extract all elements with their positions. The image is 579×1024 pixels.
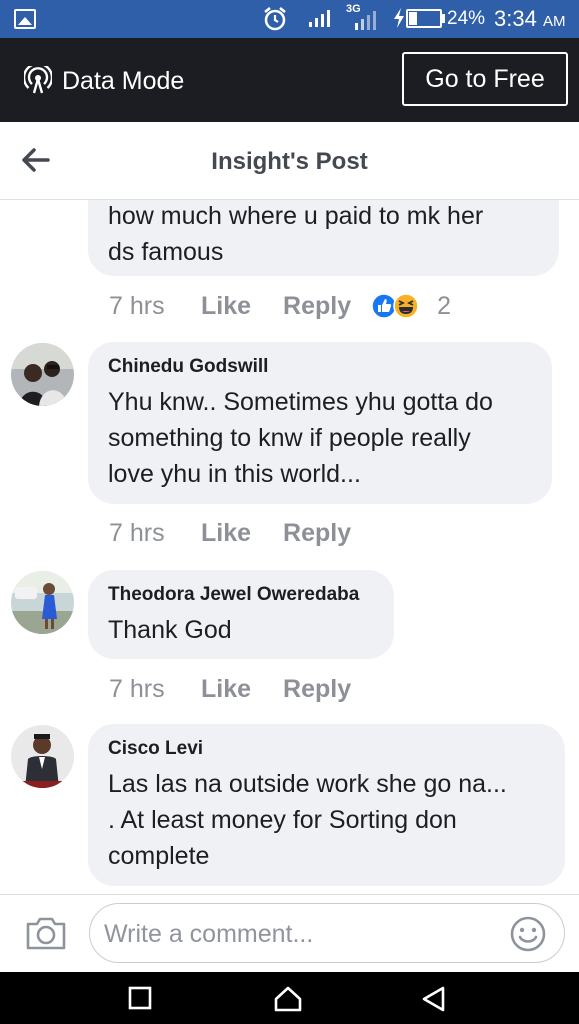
comment-line: Las las na outside work she go na... xyxy=(108,770,507,798)
like-button[interactable]: Like xyxy=(201,292,251,321)
comment-bubble[interactable]: Theodora Jewel Oweredaba Thank God xyxy=(88,570,394,659)
alarm-icon xyxy=(264,7,286,31)
comment-bubble[interactable]: Chinedu Godswill Yhu knw.. Sometimes yhu… xyxy=(88,342,552,504)
reaction-count: 2 xyxy=(437,291,452,320)
comment-line: Yhu knw.. Sometimes yhu gotta do xyxy=(108,388,493,416)
reactions-summary[interactable]: 2 xyxy=(371,292,451,321)
clock-ampm: AM xyxy=(542,13,566,30)
comment-text: Las las na outside work she go na... . A… xyxy=(108,766,545,874)
comment-text: Yhu knw.. Sometimes yhu gotta do somethi… xyxy=(108,384,532,492)
comment-line: Thank God xyxy=(108,616,232,644)
gallery-notification-icon xyxy=(14,9,36,29)
comment-author[interactable]: Chinedu Godswill xyxy=(108,356,532,378)
go-to-free-button[interactable]: Go to Free xyxy=(402,52,568,106)
comment-line: complete xyxy=(108,842,210,870)
comment-input[interactable]: Write a comment... xyxy=(89,903,565,963)
avatar[interactable] xyxy=(11,571,74,634)
data-mode-bar: Data Mode Go to Free xyxy=(0,38,579,122)
avatar[interactable] xyxy=(11,343,74,406)
clock-time: 3:34 xyxy=(494,6,537,31)
clock: 3:34 AM xyxy=(494,6,565,32)
comment-time: 7 hrs xyxy=(109,518,165,547)
system-nav-bar xyxy=(0,972,579,1024)
comment-time: 7 hrs xyxy=(109,674,165,703)
emoji-icon[interactable] xyxy=(509,915,547,953)
comment-bubble[interactable]: how much where u paid to mk her ds famou… xyxy=(88,200,559,276)
reply-button[interactable]: Reply xyxy=(283,675,351,704)
battery-tip xyxy=(442,14,445,23)
comment-author[interactable]: Cisco Levi xyxy=(108,738,545,760)
comment-text: Thank God xyxy=(108,612,374,648)
haha-reaction-icon xyxy=(393,293,419,319)
comment-actions: 7 hrs Like Reply xyxy=(109,674,383,704)
back-icon[interactable] xyxy=(421,986,445,1012)
camera-icon[interactable] xyxy=(25,915,67,951)
battery-level xyxy=(409,12,417,25)
status-bar: 3G 24% 3:34 AM xyxy=(0,0,579,38)
page-title: Insight's Post xyxy=(211,148,368,175)
comment-line: how much where u paid to mk her xyxy=(108,202,484,230)
avatar[interactable] xyxy=(11,725,74,788)
battery-percent: 24% xyxy=(447,8,486,29)
comment-actions: 7 hrs Like Reply 2 xyxy=(109,291,451,321)
post-header: Insight's Post xyxy=(0,122,579,200)
recent-apps-icon[interactable] xyxy=(128,986,152,1010)
reply-button[interactable]: Reply xyxy=(283,292,351,321)
comment-line: ds famous xyxy=(108,238,224,266)
signal-1-icon xyxy=(309,10,330,27)
signal-2-icon: 3G xyxy=(346,3,378,35)
comment-line: . At least money for Sorting don xyxy=(108,806,457,834)
comment-line: love yhu in this world... xyxy=(108,460,361,488)
charging-icon xyxy=(394,8,404,28)
data-mode-label: Data Mode xyxy=(62,67,185,95)
comment-input-placeholder: Write a comment... xyxy=(104,920,314,948)
like-button[interactable]: Like xyxy=(201,519,251,548)
reply-button[interactable]: Reply xyxy=(283,519,351,548)
battery-icon xyxy=(406,9,442,28)
comment-composer: Write a comment... xyxy=(0,894,579,972)
comments-list[interactable]: how much where u paid to mk her ds famou… xyxy=(0,200,579,894)
comment-time: 7 hrs xyxy=(109,291,165,320)
comment-line: something to knw if people really xyxy=(108,424,471,452)
home-icon[interactable] xyxy=(274,986,302,1012)
comment-text: how much where u paid to mk her ds famou… xyxy=(108,200,539,270)
broadcast-antenna-icon xyxy=(24,66,52,94)
comment-actions: 7 hrs Like Reply xyxy=(109,518,383,548)
like-button[interactable]: Like xyxy=(201,675,251,704)
comment-author[interactable]: Theodora Jewel Oweredaba xyxy=(108,584,374,606)
comment-bubble[interactable]: Cisco Levi Las las na outside work she g… xyxy=(88,724,565,886)
